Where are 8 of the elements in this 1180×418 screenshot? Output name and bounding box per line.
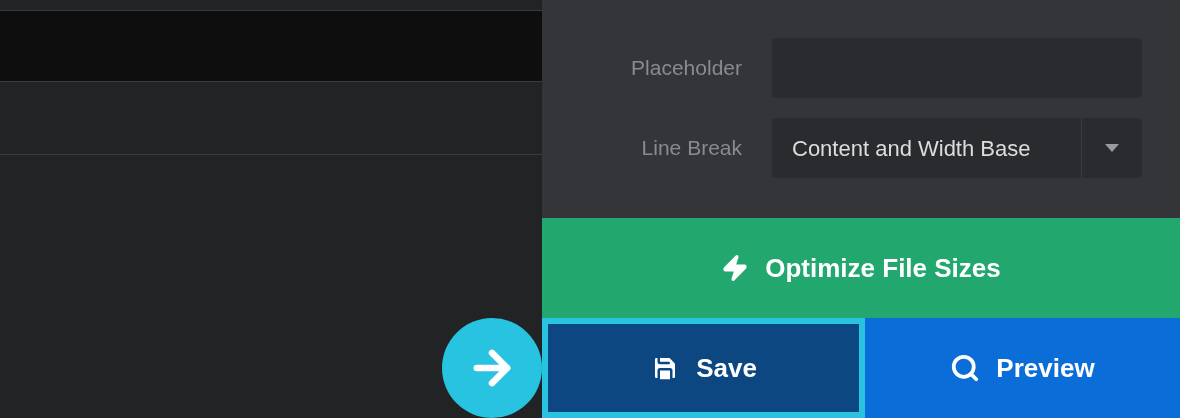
caret-icon	[1105, 144, 1119, 152]
search-icon	[950, 353, 981, 383]
save-button[interactable]: Save	[542, 318, 865, 418]
select-field[interactable]: Content and Width Base	[772, 118, 1142, 178]
field-label: Line Break	[640, 135, 742, 162]
field-label: Placeholder	[630, 55, 742, 82]
preview-button[interactable]: Preview	[865, 318, 1180, 418]
lightning-icon	[721, 254, 750, 282]
